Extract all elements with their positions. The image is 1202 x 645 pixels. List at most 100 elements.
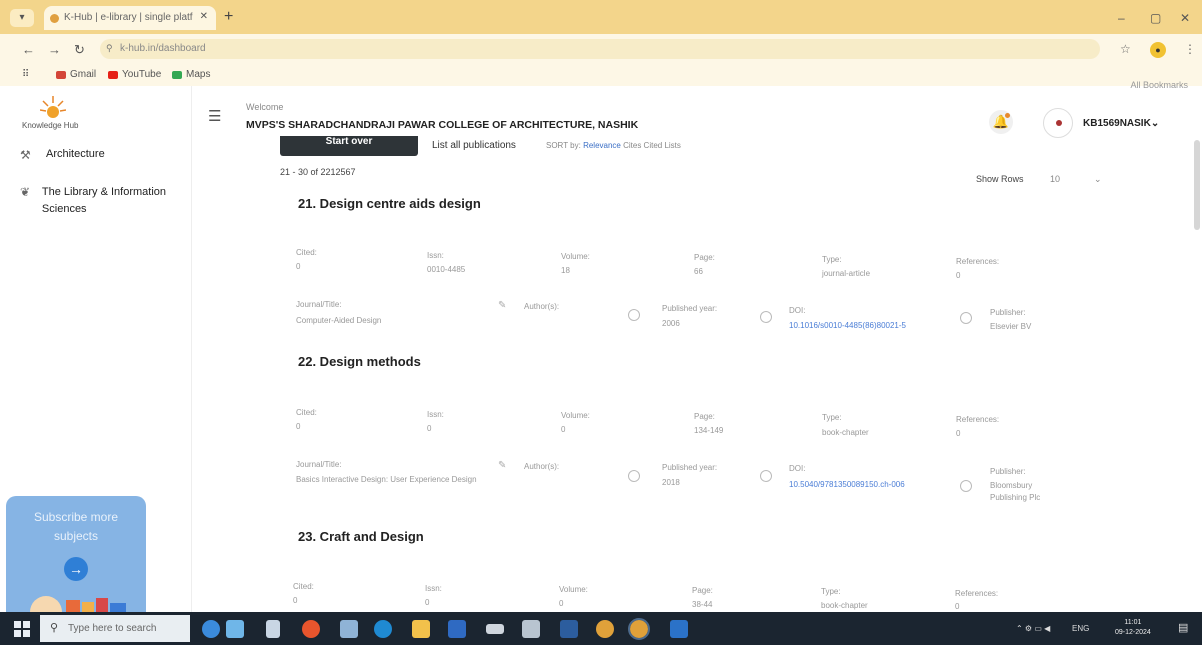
word-icon[interactable]: [670, 620, 688, 638]
sidebar-item-label: The Library & Information Sciences: [41, 186, 167, 215]
close-tab-icon[interactable]: ✕: [200, 11, 208, 22]
task-view-icon[interactable]: [266, 620, 280, 638]
issn-label: Issn:: [425, 584, 442, 593]
doi-link[interactable]: 10.1016/s0010-4485(86)80021-5: [789, 320, 906, 332]
references-value: 0: [956, 429, 961, 438]
show-rows-select[interactable]: 10 ⌄: [1050, 174, 1102, 184]
sidebar-item-library[interactable]: ❦ The Library & Information Sciences: [20, 184, 170, 218]
store-icon[interactable]: [448, 620, 466, 638]
issn-value: 0: [425, 598, 430, 607]
published-value: 2006: [662, 319, 680, 328]
college-name: MVPS'S SHARADCHANDRAJI PAWAR COLLEGE OF …: [246, 119, 639, 131]
sidebar-item-architecture[interactable]: ⚒ Architecture: [20, 148, 105, 162]
back-icon[interactable]: ←: [22, 42, 35, 57]
search-placeholder: Type here to search: [68, 623, 157, 634]
authors-label: Author(s):: [524, 302, 560, 311]
site-info-icon[interactable]: ⚲: [106, 43, 113, 54]
bookmarks-bar: ⠿ Gmail YouTube Maps All Bookmarks: [0, 64, 1202, 90]
reload-icon[interactable]: ↻: [74, 42, 85, 58]
sun-logo-icon: [40, 96, 66, 118]
close-window-icon[interactable]: ✕: [1180, 11, 1190, 25]
type-value: book-chapter: [822, 428, 869, 437]
published-label: Published year:: [662, 463, 718, 472]
url-field[interactable]: ⚲ k-hub.in/dashboard: [100, 39, 1100, 59]
publisher-label: Publisher:: [990, 467, 1026, 476]
chevron-down-icon: ⌄: [1094, 174, 1102, 184]
page-scrollbar[interactable]: [1194, 140, 1200, 230]
cited-value: 0: [296, 422, 301, 431]
minimize-icon[interactable]: –: [1118, 11, 1125, 25]
bookmark-gmail[interactable]: Gmail: [56, 69, 96, 80]
logo-text: Knowledge Hub: [22, 121, 79, 130]
file-explorer-icon[interactable]: [412, 620, 430, 638]
list-all-publications-link[interactable]: List all publications: [432, 140, 516, 151]
maximize-icon[interactable]: ▢: [1150, 11, 1161, 25]
user-menu[interactable]: KB1569NASIK⌄: [1083, 118, 1159, 129]
clock[interactable]: 11:01 09-12-2024: [1115, 618, 1151, 638]
user-avatar[interactable]: [1043, 108, 1073, 138]
notifications-icon[interactable]: ▤: [1178, 621, 1188, 634]
type-value: journal-article: [822, 269, 871, 278]
chrome-active-icon[interactable]: [628, 618, 650, 640]
app-icon[interactable]: [560, 620, 578, 638]
tab-search-button[interactable]: ▾: [10, 9, 34, 27]
bookmark-star-icon[interactable]: ☆: [1120, 42, 1131, 56]
arrow-right-icon[interactable]: →: [64, 557, 88, 581]
bookmark-youtube[interactable]: YouTube: [108, 69, 161, 80]
publisher-icon: [960, 312, 972, 324]
windows-start-icon[interactable]: [14, 621, 30, 637]
cited-label: Cited:: [296, 248, 317, 257]
new-tab-button[interactable]: +: [224, 8, 233, 26]
link-icon: [760, 311, 772, 323]
browser-tab[interactable]: K-Hub | e-library | single platf ✕: [44, 6, 216, 30]
issn-label: Issn:: [427, 251, 444, 260]
bookmark-label: Gmail: [70, 69, 97, 80]
subscribe-text: Subscribe more subjects: [33, 510, 119, 543]
type-value: book-chapter: [821, 601, 868, 610]
sort-option-relevance[interactable]: Relevance: [583, 141, 621, 150]
sort-options: SORT by: Relevance Cites Cited Lists: [546, 141, 681, 150]
forward-icon[interactable]: →: [48, 42, 61, 57]
username-label: KB1569NASIK: [1083, 118, 1151, 129]
app-icon[interactable]: [486, 624, 504, 634]
publication-title[interactable]: 22. Design methods: [298, 354, 421, 369]
page-value: 66: [694, 267, 703, 276]
bookmark-label: Maps: [186, 69, 211, 80]
menu-toggle-icon[interactable]: ☰: [208, 107, 221, 125]
address-bar-row: ← → ↻ ⚲ k-hub.in/dashboard ☆ ● ⋮: [0, 34, 1202, 64]
date: 09-12-2024: [1115, 629, 1151, 636]
app-icon[interactable]: [522, 620, 540, 638]
edge-icon[interactable]: [374, 620, 392, 638]
issn-label: Issn:: [427, 410, 444, 419]
app-icon[interactable]: [340, 620, 358, 638]
language-indicator[interactable]: ENG: [1072, 624, 1089, 633]
app-icon[interactable]: [302, 620, 320, 638]
page-label: Page:: [694, 412, 715, 421]
taskbar-search-input[interactable]: ⚲ Type here to search: [40, 615, 190, 642]
knowledge-hub-logo[interactable]: Knowledge Hub: [22, 94, 82, 134]
publication-title[interactable]: 23. Craft and Design: [298, 529, 424, 544]
doi-link[interactable]: 10.5040/9781350089150.ch-006: [789, 479, 905, 491]
sort-option-rest[interactable]: Cites Cited Lists: [623, 141, 681, 150]
all-bookmarks[interactable]: All Bookmarks: [1130, 80, 1188, 90]
cortana-icon[interactable]: [202, 620, 220, 638]
tray-icons[interactable]: ⌃ ⚙ ▭ ◀: [1016, 624, 1050, 633]
tab-title: K-Hub | e-library | single platf: [64, 12, 193, 23]
profile-icon[interactable]: ●: [1150, 42, 1166, 58]
architecture-icon: ⚒: [20, 148, 31, 162]
sort-prefix: SORT by:: [546, 141, 581, 150]
chrome-icon[interactable]: [596, 620, 614, 638]
widgets-icon[interactable]: [226, 620, 244, 638]
publication-title[interactable]: 21. Design centre aids design: [298, 196, 481, 211]
notification-bell-icon[interactable]: 🔔: [989, 110, 1013, 134]
start-over-button[interactable]: Start over: [280, 136, 418, 156]
type-label: Type:: [822, 413, 842, 422]
subscribe-card[interactable]: Subscribe more subjects →: [6, 496, 146, 614]
url-text: k-hub.in/dashboard: [120, 43, 206, 54]
bookmark-label: YouTube: [122, 69, 162, 80]
doi-label: DOI:: [789, 306, 806, 315]
apps-icon[interactable]: ⠿: [22, 69, 29, 80]
browser-menu-icon[interactable]: ⋮: [1184, 42, 1196, 56]
bookmark-maps[interactable]: Maps: [172, 69, 210, 80]
youtube-icon: [108, 70, 118, 79]
